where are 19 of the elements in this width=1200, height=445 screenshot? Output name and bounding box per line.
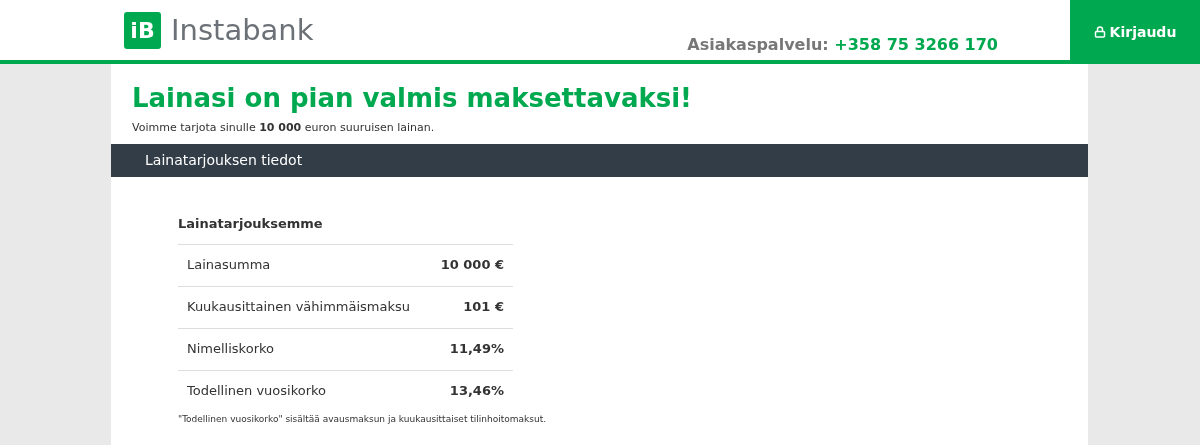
logo-text: Instabank [171,16,314,45]
row-label: Lainasumma [187,256,271,275]
offer-heading: Lainatarjouksemme [178,215,324,233]
footnote: "Todellinen vuosikorko" sisältää avausmaksun ja kuukausittaiset tilinhoitomaksut. [178,412,547,426]
logo-icon: iB [124,12,161,49]
subtitle: Voimme tarjota sinulle 10 000 euron suuruisen lainan. [132,119,436,136]
row-value: 13,46% [449,382,504,401]
lock-icon [1093,26,1106,38]
row-value: 11,49% [449,340,504,359]
row-value: 10 000 € [440,256,504,275]
page-title: Lainasi on pian valmis maksettavaksi! [132,82,693,115]
row-label: Todellinen vuosikorko [187,382,327,401]
login-button[interactable]: Kirjaudu [1070,0,1200,64]
section-bar: Lainatarjouksen tiedot [111,144,1088,177]
row-label: Nimelliskorko [187,340,274,359]
customer-service-label: Asiakaspalvelu: [687,35,829,54]
row-label: Kuukausittainen vähimmäismaksu [187,298,410,317]
row-value: 101 € [463,298,504,317]
phone-number: +358 75 3266 170 [834,35,998,54]
